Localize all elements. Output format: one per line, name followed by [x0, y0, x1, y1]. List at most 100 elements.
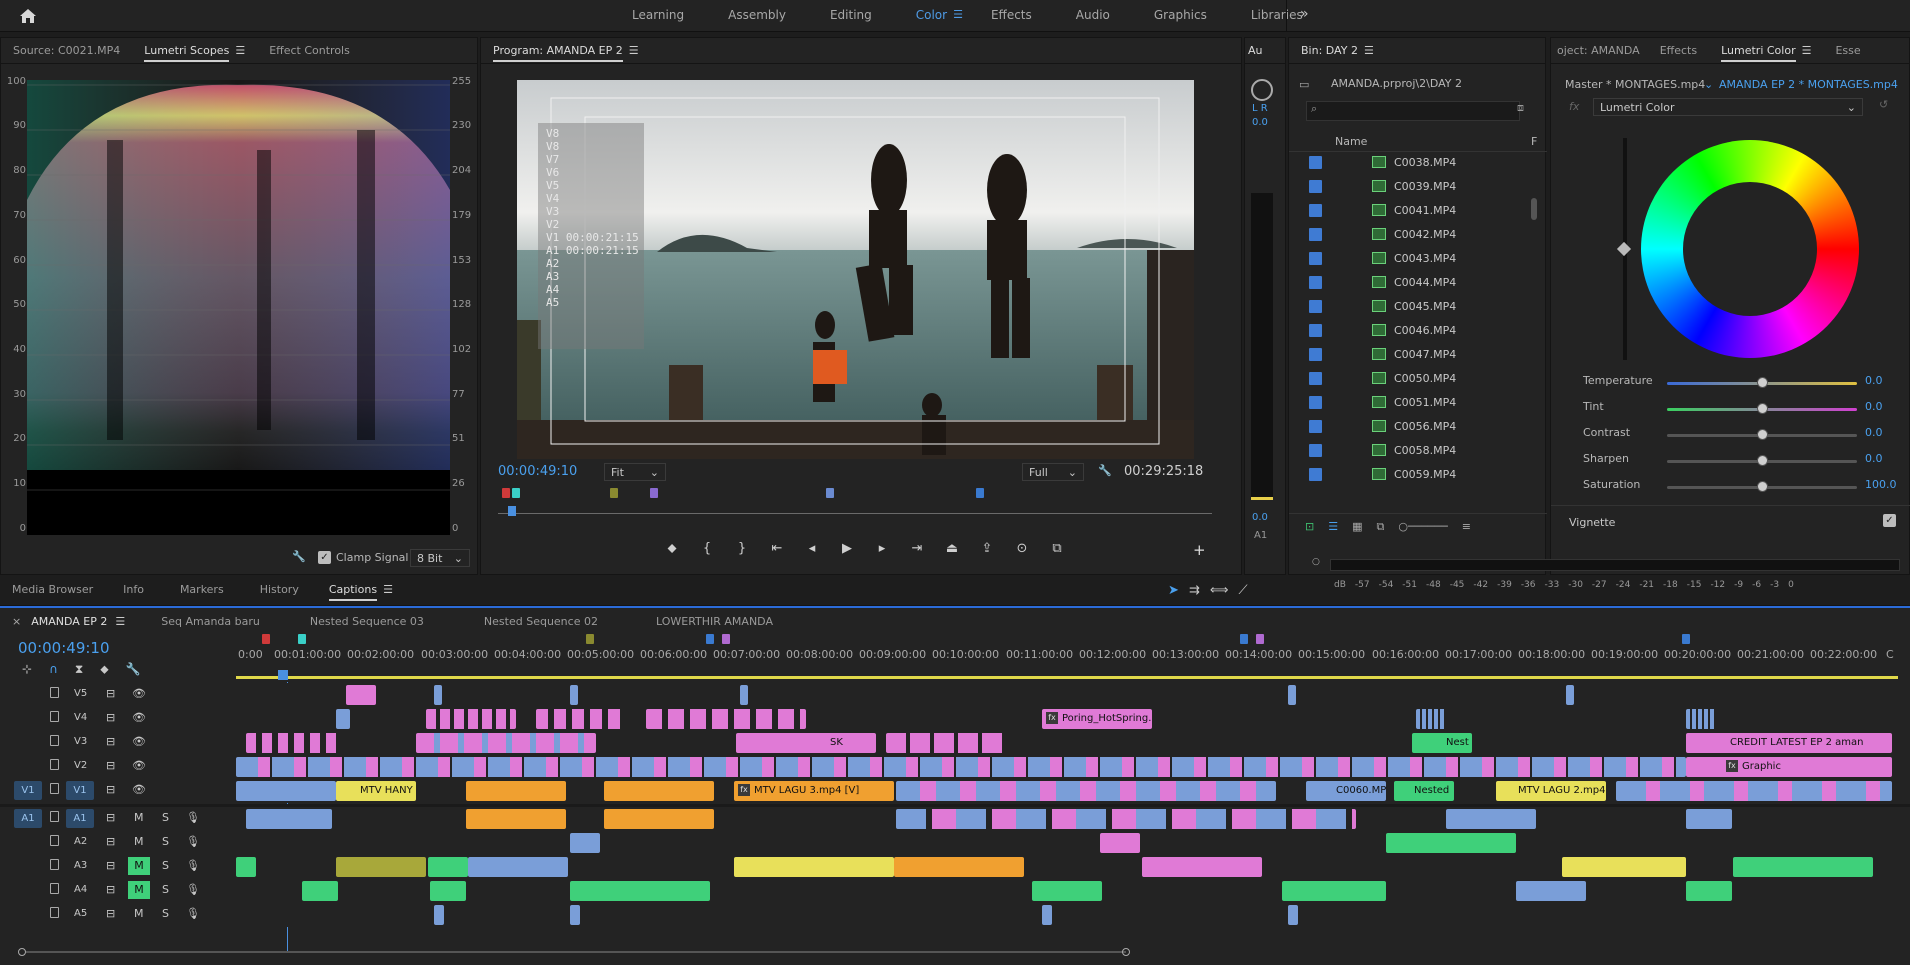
clip[interactable]	[646, 709, 806, 729]
list-item[interactable]: C0050.MP4	[1289, 366, 1531, 390]
luma-slider-handle[interactable]	[1616, 241, 1632, 257]
panel-menu-icon[interactable]: ☰	[235, 44, 245, 57]
tab-audio[interactable]: Au	[1245, 38, 1266, 63]
zoom-fit-select[interactable]: Fit ⌄	[604, 463, 666, 481]
bin-search-input[interactable]: ⌕	[1306, 101, 1520, 121]
slider-handle[interactable]	[1757, 455, 1768, 466]
clip[interactable]	[536, 709, 626, 729]
add-button-icon[interactable]: +	[1193, 541, 1206, 559]
list-view-icon[interactable]: ☰	[1328, 520, 1338, 534]
audio-clip[interactable]	[1446, 809, 1536, 829]
audio-clip[interactable]	[1282, 881, 1386, 901]
workspace-graphics[interactable]: Graphics	[1132, 0, 1229, 30]
icon-view-icon[interactable]: ▦	[1352, 520, 1362, 534]
panel-menu-icon[interactable]: ☰	[1802, 44, 1812, 57]
mic-icon[interactable]: 🎙	[186, 835, 200, 848]
marker-cyan[interactable]	[298, 634, 306, 644]
clip[interactable]	[896, 781, 1276, 801]
tab-essential[interactable]: Esse	[1823, 38, 1872, 63]
clip-credit[interactable]: CREDIT LATEST EP 2 aman	[1686, 733, 1892, 753]
wrench-icon[interactable]: 🔧	[1098, 464, 1112, 477]
clip[interactable]	[426, 709, 516, 729]
tab-history[interactable]: History	[242, 577, 317, 603]
seq-tab-active[interactable]: AMANDA EP 2	[31, 615, 107, 628]
linked-selection-icon[interactable]: ⧗	[75, 662, 83, 677]
solo-icon[interactable]: ○	[1312, 557, 1320, 567]
mark-out-icon[interactable]: }	[730, 541, 754, 556]
lift-icon[interactable]: ⏏	[940, 541, 964, 556]
audio-clip[interactable]	[570, 881, 710, 901]
playhead-icon[interactable]	[278, 670, 288, 680]
workspace-learning[interactable]: Learning	[610, 0, 706, 30]
tab-markers[interactable]: Markers	[162, 577, 242, 603]
clip-nest[interactable]: Nest	[1412, 733, 1472, 753]
vignette-enable-checkbox[interactable]: ✓	[1883, 514, 1896, 527]
seq-tab[interactable]: LOWERTHIR AMANDA	[656, 615, 773, 628]
marker-purple[interactable]	[722, 634, 730, 644]
track-name[interactable]: A2	[74, 836, 87, 847]
workspace-assembly[interactable]: Assembly	[706, 0, 808, 30]
list-item[interactable]: C0047.MP4	[1289, 342, 1531, 366]
list-item[interactable]: C0041.MP4	[1289, 198, 1531, 222]
list-item[interactable]: C0038.MP4	[1289, 150, 1531, 174]
slider-handle[interactable]	[1757, 481, 1768, 492]
clip-sk[interactable]: SK	[736, 733, 876, 753]
list-item[interactable]: C0043.MP4	[1289, 246, 1531, 270]
clip-poring-hotspring[interactable]: fx Poring_HotSpring.	[1042, 709, 1152, 729]
clip[interactable]	[1416, 709, 1446, 729]
playback-resolution-select[interactable]: Full ⌄	[1022, 463, 1084, 481]
lock-icon[interactable]	[50, 907, 59, 918]
master-clip-label[interactable]: Master * MONTAGES.mp4	[1565, 78, 1705, 91]
workspace-editing[interactable]: Editing	[808, 0, 894, 30]
bit-depth-select[interactable]: 8 Bit ⌄	[410, 549, 470, 567]
solo-icon[interactable]: S	[162, 907, 169, 920]
clip[interactable]	[604, 781, 714, 801]
col-name[interactable]: Name	[1335, 135, 1367, 148]
track-name[interactable]: V3	[74, 736, 87, 747]
sync-lock-icon[interactable]: ⊟	[106, 883, 115, 896]
clip[interactable]	[236, 757, 1686, 777]
marker-purple[interactable]	[1256, 634, 1264, 644]
scrub-bar[interactable]	[498, 513, 1212, 514]
nest-toggle-icon[interactable]: ⊹	[22, 662, 32, 677]
mute-icon[interactable]: M	[128, 881, 150, 899]
audio-clip[interactable]	[430, 881, 466, 901]
audio-clip[interactable]	[734, 857, 894, 877]
clip[interactable]	[1566, 685, 1574, 705]
audio-clip[interactable]	[1686, 809, 1732, 829]
clip[interactable]	[886, 733, 1006, 753]
meter-dial-icon[interactable]	[1251, 79, 1273, 101]
clip[interactable]	[346, 685, 376, 705]
audio-clip[interactable]	[570, 905, 580, 925]
panel-menu-icon[interactable]: ☰	[1364, 44, 1374, 57]
audio-clip[interactable]	[1042, 905, 1052, 925]
add-marker-icon[interactable]: ⬥	[660, 541, 684, 556]
clip[interactable]	[1686, 709, 1716, 729]
panel-menu-icon[interactable]: ☰	[115, 615, 125, 628]
marker-blue[interactable]	[1240, 634, 1248, 644]
marker-blue[interactable]	[976, 488, 984, 498]
track-name[interactable]: V2	[74, 760, 87, 771]
eye-icon[interactable]: 👁	[132, 759, 146, 772]
sync-lock-icon[interactable]: ⊟	[106, 711, 115, 724]
audio-clip[interactable]	[1288, 905, 1298, 925]
more-workspaces-icon[interactable]: »	[1300, 6, 1309, 22]
clip-mtv-lagu-2[interactable]: MTV LAGU 2.mp4	[1496, 781, 1606, 801]
clamp-signal-checkbox[interactable]: ✓	[318, 551, 331, 564]
scroll-end-handle[interactable]	[1122, 948, 1130, 956]
clip[interactable]	[336, 709, 350, 729]
color-wheel[interactable]	[1641, 140, 1859, 358]
sync-lock-icon[interactable]: ⊟	[106, 811, 115, 824]
slider-value[interactable]: 0.0	[1865, 452, 1883, 465]
clip-mtv-hany[interactable]: MTV HANY	[336, 781, 416, 801]
audio-clip[interactable]	[1562, 857, 1686, 877]
tab-program[interactable]: Program: AMANDA EP 2 ☰	[481, 38, 651, 63]
tab-source[interactable]: Source: C0021.MP4	[1, 38, 132, 63]
marker-red[interactable]	[502, 488, 510, 498]
audio-clip[interactable]	[466, 809, 566, 829]
audio-clip[interactable]	[570, 833, 600, 853]
freeform-view-icon[interactable]: ⧉	[1377, 520, 1385, 534]
marker-olive[interactable]	[586, 634, 594, 644]
solo-icon[interactable]: S	[162, 811, 169, 824]
lock-icon[interactable]	[50, 687, 59, 698]
